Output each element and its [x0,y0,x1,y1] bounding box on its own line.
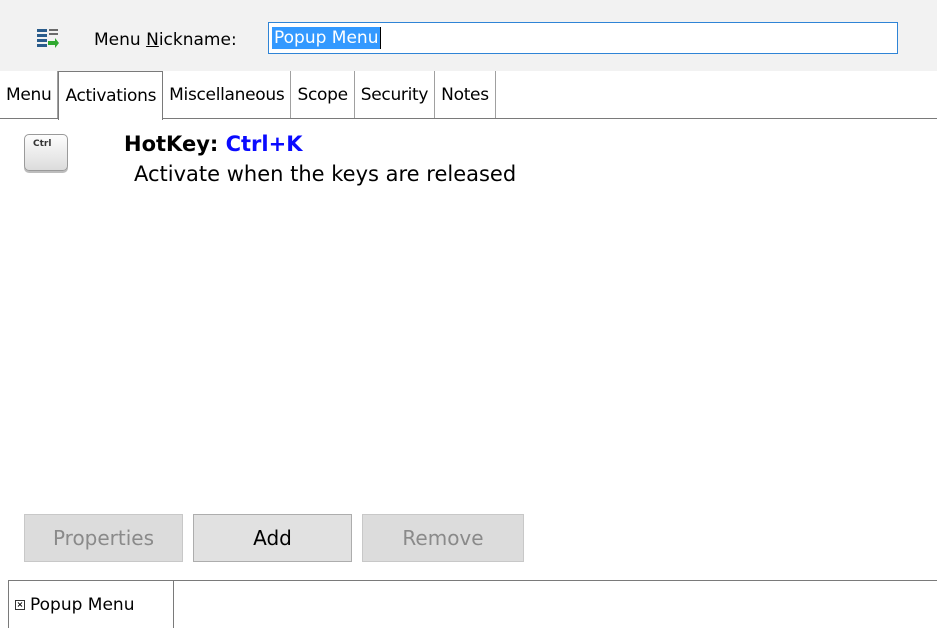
tab-miscellaneous[interactable]: Miscellaneous [163,71,292,119]
close-icon[interactable]: × [15,600,25,610]
remove-button[interactable]: Remove [362,514,524,562]
tab-security[interactable]: Security [354,71,436,119]
bottom-tab-divider [173,580,937,581]
tab-scope[interactable]: Scope [291,71,355,119]
menu-list-icon [37,29,59,48]
tab-notes[interactable]: Notes [435,71,496,119]
bottom-tab-popup-menu[interactable]: × Popup Menu [8,580,174,628]
ctrl-key-text: Ctrl [33,139,52,149]
tab-activations[interactable]: Activations [58,71,164,120]
hotkey-type-label: HotKey: [124,132,219,156]
header-bar: Menu Nickname: Popup Menu [0,0,937,71]
ctrl-key-icon[interactable]: Ctrl [24,134,68,171]
tab-strip: Menu Activations Miscellaneous Scope Sec… [0,71,496,120]
hotkey-description: Activate when the keys are released [134,162,517,186]
bottom-tab-label: Popup Menu [30,595,135,615]
hotkey-value: Ctrl+K [225,132,303,156]
text-caret [380,27,381,49]
tab-menu[interactable]: Menu [0,71,59,119]
add-button[interactable]: Add [193,514,352,562]
menu-editor-window: Menu Nickname: Popup Menu Menu Activatio… [0,0,937,628]
nickname-input[interactable]: Popup Menu [268,22,898,54]
nickname-label: Menu Nickname: [94,30,237,50]
hotkey-activation-item[interactable]: HotKey: Ctrl+K [124,131,302,157]
nickname-input-value: Popup Menu [272,27,381,49]
properties-button[interactable]: Properties [24,514,183,562]
